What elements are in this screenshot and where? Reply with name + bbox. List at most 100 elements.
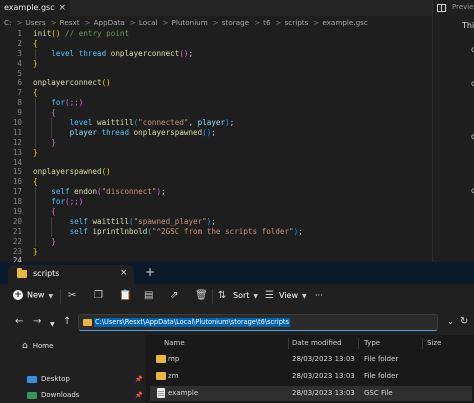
close-icon[interactable]: × (58, 0, 66, 16)
up-arrow-icon[interactable]: ↑ (63, 316, 71, 328)
code-lines[interactable]: 1 init() // entry point 2{3 level thread o… (0, 29, 432, 262)
file-icon (157, 388, 165, 398)
navigation-pane: ⌂ Home Desktop 📌 Downloads 📌 (0, 335, 145, 403)
code-line[interactable]: 17 self endon("disconnect"); (0, 187, 432, 198)
code-line[interactable]: 2{ (0, 39, 432, 49)
code-line[interactable]: 22 } (0, 236, 432, 247)
code-line[interactable]: 1 init() // entry point (0, 29, 432, 39)
code-line[interactable]: 19 { (0, 207, 432, 217)
code-text: } (33, 237, 56, 247)
code-editor[interactable]: example.gsc × C: > Users > Resxt > AppData > Loc… (0, 0, 432, 262)
file-type: GSC File (364, 389, 393, 397)
view-button[interactable]: View ▼ (279, 291, 307, 300)
code-line[interactable]: 13} (0, 148, 432, 158)
breadcrumb-item[interactable]: Resxt (60, 18, 80, 27)
view-icon[interactable]: ☰ (265, 290, 274, 302)
back-arrow-icon[interactable]: ← (15, 316, 23, 328)
breadcrumb-item[interactable]: storage (222, 18, 249, 27)
plus-icon: + (13, 290, 23, 300)
split-editor-icon[interactable] (437, 4, 446, 12)
column-divider[interactable] (422, 338, 423, 349)
line-number: 10 (12, 118, 22, 128)
column-divider[interactable] (288, 338, 289, 349)
file-row[interactable]: example 28/03/2023 13:03 GSC File (150, 386, 472, 401)
sort-icon[interactable]: ⇅ (218, 290, 226, 302)
breadcrumb-item[interactable]: scripts (285, 18, 309, 27)
nav-item-desktop[interactable]: Desktop (27, 375, 70, 383)
pin-icon[interactable]: 📌 (135, 376, 142, 383)
file-row[interactable]: zm 28/03/2023 13:03 File folder (150, 369, 472, 384)
sort-button[interactable]: Sort ▼ (233, 291, 258, 300)
chevron-down-icon[interactable]: ▼ (50, 319, 55, 331)
line-number: 8 (17, 98, 22, 108)
delete-icon[interactable]: 🗑 (195, 290, 208, 302)
breadcrumb-item[interactable]: C: (4, 18, 11, 27)
code-line[interactable]: 5 (0, 69, 432, 79)
code-line[interactable]: 4} (0, 59, 432, 69)
code-line[interactable]: 21 self iprintlnbold("^2GSC from the scr… (0, 226, 432, 237)
code-line[interactable]: 12 } (0, 137, 432, 148)
column-header-name[interactable]: Name (164, 339, 185, 347)
explorer-tab-scripts[interactable]: scripts × (8, 265, 134, 284)
code-token: onplayerconnect (110, 48, 180, 58)
code-token: , (188, 118, 198, 128)
breadcrumb-separator: > (16, 18, 23, 27)
code-line[interactable]: 10 level waittill("connected", player); (0, 118, 432, 128)
code-line[interactable]: 23} (0, 247, 432, 257)
paste-icon[interactable]: 📋 (119, 290, 131, 302)
code-text: self iprintlnbold("^2GSC from the script… (33, 227, 303, 237)
more-options-button[interactable]: ··· (315, 291, 323, 300)
explorer-toolbar: + New ▼ ✂ ❐ 📋 ▤ ⇗ 🗑 ⇅ Sort ▼ ☰ View ▼ ··· (0, 284, 474, 310)
column-header-date[interactable]: Date modified (292, 339, 342, 347)
code-line[interactable]: 16 { (0, 177, 432, 187)
code-token: { (51, 108, 56, 118)
forward-arrow-icon[interactable]: → (33, 316, 41, 328)
code-line[interactable]: 7{ (0, 88, 432, 98)
code-line[interactable]: 14 (0, 158, 432, 168)
address-bar[interactable]: C:\Users\Resxt\AppData\Local\Plutonium\s… (78, 314, 454, 331)
code-line[interactable]: 11 player thread onplayerspawned(); (0, 127, 432, 138)
address-path[interactable]: C:\Users\Resxt\AppData\Local\Plutonium\s… (94, 318, 290, 327)
column-header-type[interactable]: Type (364, 339, 380, 347)
breadcrumb-item[interactable]: AppData (94, 18, 125, 27)
view-button-label: View (279, 291, 298, 300)
breadcrumb-item[interactable]: example.gsc (322, 18, 367, 27)
new-tab-button[interactable]: + (145, 266, 155, 278)
file-date: 28/03/2023 13:03 (292, 355, 355, 363)
column-divider[interactable] (358, 338, 359, 349)
breadcrumb-item[interactable]: Plutonium (172, 18, 208, 27)
column-header-size[interactable]: Size (427, 339, 441, 347)
folder-icon (83, 319, 92, 326)
code-line[interactable]: 15 onplayerspawned() (0, 167, 432, 177)
breadcrumb-item[interactable]: t6 (263, 18, 270, 27)
close-icon[interactable]: × (120, 268, 128, 278)
breadcrumb-item[interactable]: Users (25, 18, 45, 27)
share-icon[interactable]: ⇗ (170, 290, 178, 302)
file-list: Name Date modified Type Size mp 28/03/20… (146, 335, 474, 403)
code-line[interactable]: 20 self waittill("spawned_player"); (0, 216, 432, 227)
nav-item-home[interactable]: ⌂ Home (22, 341, 53, 351)
new-button[interactable]: + New ▼ (13, 290, 53, 300)
editor-tab-example[interactable]: example.gsc × (0, 0, 70, 16)
copy-icon[interactable]: ❐ (94, 290, 103, 302)
code-line[interactable]: 6 onplayerconnect() (0, 78, 432, 88)
chevron-down-icon[interactable]: ⌄ (447, 317, 454, 326)
nav-item-downloads[interactable]: Downloads (27, 391, 79, 399)
pin-icon[interactable]: 📌 (135, 392, 142, 399)
code-token: waittill (97, 118, 134, 128)
file-row[interactable]: mp 28/03/2023 13:03 File folder (150, 352, 472, 367)
code-text: { (33, 108, 56, 118)
code-line[interactable]: 9 { (0, 108, 432, 119)
code-line[interactable]: 3 level thread onplayerconnect(); (0, 48, 432, 59)
cut-icon[interactable]: ✂ (68, 290, 76, 302)
breadcrumb-item[interactable]: Local (139, 18, 158, 27)
preview-label[interactable]: Previe (452, 3, 474, 11)
refresh-icon[interactable]: ↻ (460, 316, 468, 327)
line-number: 16 (12, 177, 22, 187)
code-line[interactable]: 8 for(;;) (0, 98, 432, 109)
rename-icon[interactable]: ▤ (144, 290, 153, 302)
code-line[interactable]: 18 for(;;) (0, 197, 432, 208)
